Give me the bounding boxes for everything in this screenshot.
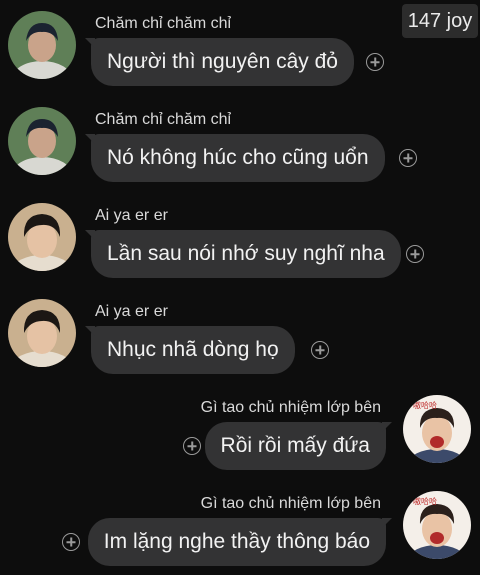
message-bubble[interactable]: Nó không húc cho cũng uổn xyxy=(85,134,385,182)
svg-text:嗷哈哈: 嗷哈哈 xyxy=(413,496,437,506)
plus-circle-icon[interactable] xyxy=(311,341,329,359)
plus-circle-icon[interactable] xyxy=(62,533,80,551)
sender-avatar[interactable]: 嗷哈哈 xyxy=(403,395,471,463)
sender-name: Chăm chỉ chăm chỉ xyxy=(95,15,232,32)
sender-name: Gì tao chủ nhiệm lớp bên xyxy=(200,399,381,416)
sender-name: Chăm chỉ chăm chỉ xyxy=(95,111,232,128)
message-bubble[interactable]: Nhục nhã dòng họ xyxy=(85,326,295,374)
message-bubble[interactable]: Lần sau nói nhớ suy nghĩ nha xyxy=(85,230,401,278)
sender-avatar[interactable] xyxy=(8,11,76,79)
plus-circle-icon[interactable] xyxy=(399,149,417,167)
sender-name: Gì tao chủ nhiệm lớp bên xyxy=(200,495,381,512)
message-bubble[interactable]: Người thì nguyên cây đỏ xyxy=(85,38,354,86)
sender-name: Ai ya er er xyxy=(95,207,168,224)
points-badge: 147 joy xyxy=(402,4,478,38)
sender-name: Ai ya er er xyxy=(95,303,168,320)
message-bubble[interactable]: Rồi rồi mấy đứa xyxy=(204,422,393,470)
plus-circle-icon[interactable] xyxy=(366,53,384,71)
svg-text:嗷哈哈: 嗷哈哈 xyxy=(413,400,437,410)
sender-avatar[interactable] xyxy=(8,299,76,367)
plus-circle-icon[interactable] xyxy=(183,437,201,455)
sender-avatar[interactable] xyxy=(8,107,76,175)
message-bubble[interactable]: Im lặng nghe thầy thông báo xyxy=(87,518,393,566)
plus-circle-icon[interactable] xyxy=(406,245,424,263)
sender-avatar[interactable]: 嗷哈哈 xyxy=(403,491,471,559)
sender-avatar[interactable] xyxy=(8,203,76,271)
